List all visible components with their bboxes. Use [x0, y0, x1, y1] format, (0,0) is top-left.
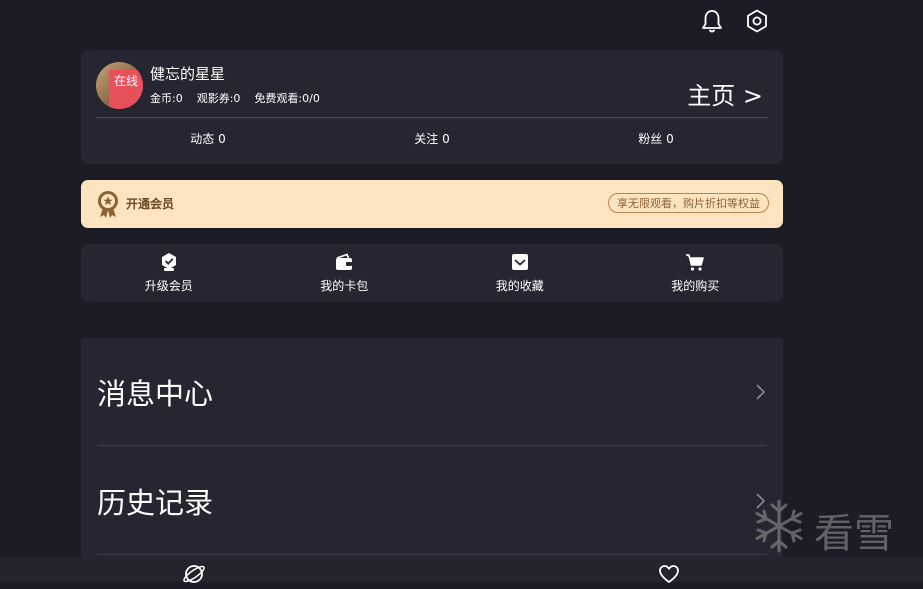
quick-menu-label: 我的收藏: [495, 279, 544, 293]
watermark: 看雪: [752, 498, 912, 558]
dynamics-count[interactable]: 动态 0: [96, 130, 320, 150]
watermark-text: 看雪: [814, 511, 894, 557]
list-divider: [97, 445, 767, 446]
vip-title: 开通会员: [126, 197, 175, 211]
favorites-button[interactable]: 我的收藏: [432, 244, 608, 302]
chevron-right-icon: [756, 384, 766, 400]
quick-menu-label: 升级会员: [144, 279, 193, 293]
menu-list: 消息中心 历史记录: [81, 338, 783, 582]
snowflake-icon: [755, 499, 803, 553]
vip-banner[interactable]: 开通会员 享无限观看，购片折扣等权益: [81, 180, 783, 228]
upgrade-icon: [161, 253, 176, 271]
list-item-history[interactable]: 历史记录: [97, 447, 767, 555]
bottom-nav: [0, 557, 923, 583]
quick-menu-label: 我的卡包: [320, 279, 369, 293]
fans-count[interactable]: 粉丝 0: [544, 130, 768, 150]
profile-card: 在线 健忘的星星 金币:0 观影券:0 免费观看:0/0 主页 > 动态 0 关注 …: [81, 50, 783, 164]
medal-icon: [95, 190, 121, 218]
coins-stat: 金币:0: [150, 92, 183, 105]
list-divider: [97, 554, 767, 555]
quick-menu-label: 我的购买: [671, 279, 720, 293]
list-item-messages[interactable]: 消息中心: [97, 338, 767, 446]
favorites-icon: [511, 254, 528, 270]
list-item-label: 消息中心: [97, 377, 214, 411]
upgrade-vip-button[interactable]: 升级会员: [81, 244, 257, 302]
vip-tagline: 享无限观看，购片折扣等权益: [608, 193, 769, 213]
online-badge: 在线: [109, 70, 143, 109]
bell-icon[interactable]: [699, 8, 725, 34]
following-count[interactable]: 关注 0: [320, 130, 544, 150]
free-views-stat: 免费观看:0/0: [254, 92, 320, 105]
list-item-label: 历史记录: [97, 486, 214, 520]
home-link[interactable]: 主页 >: [687, 76, 763, 111]
purchases-button[interactable]: 我的购买: [608, 244, 784, 302]
tickets-stat: 观影券:0: [196, 92, 241, 105]
profile-divider: [96, 117, 768, 118]
profile-counts: 动态 0 关注 0 粉丝 0: [96, 130, 768, 150]
user-stats: 金币:0 观影券:0 免费观看:0/0: [150, 90, 334, 106]
wallet-icon: [336, 253, 353, 270]
wallet-button[interactable]: 我的卡包: [257, 244, 433, 302]
username: 健忘的星星: [150, 65, 226, 83]
avatar[interactable]: 在线: [96, 62, 143, 109]
quick-menu: 升级会员 我的卡包 我的收藏 我的购买: [81, 244, 783, 302]
settings-icon[interactable]: [744, 8, 770, 34]
cart-icon: [686, 254, 705, 271]
